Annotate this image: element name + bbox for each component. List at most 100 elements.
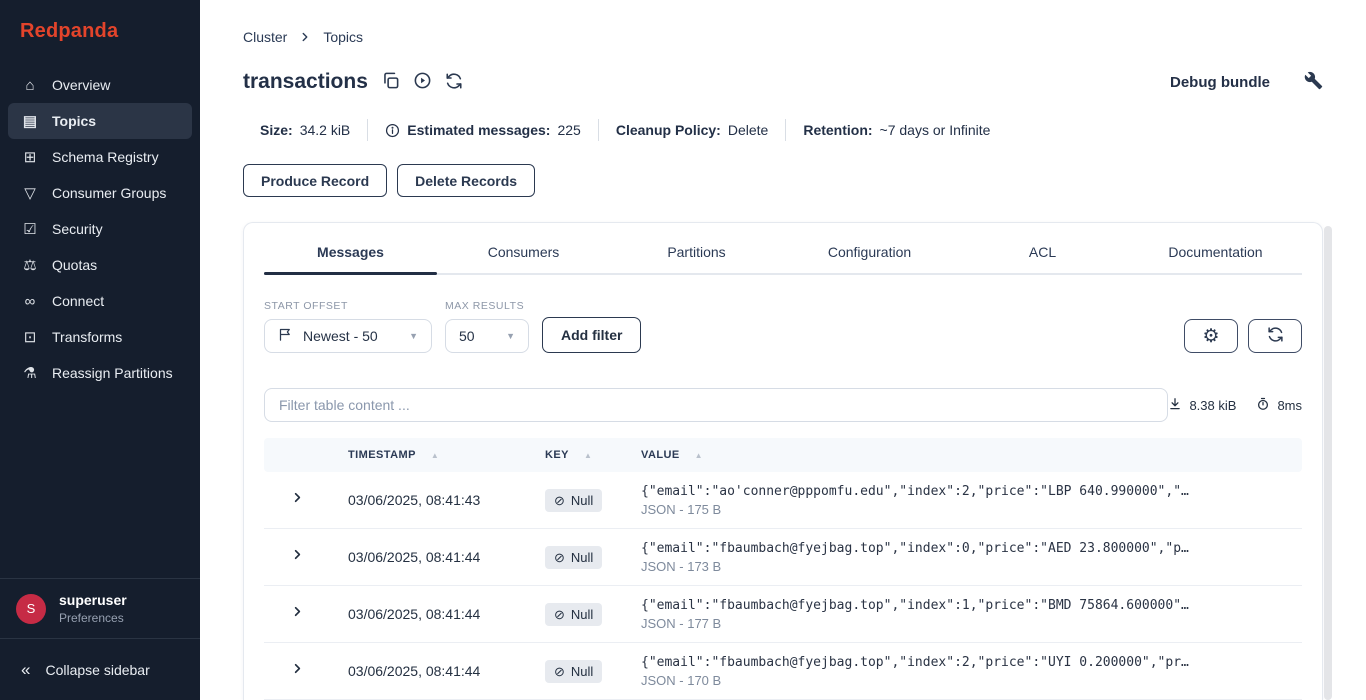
redpanda-logo[interactable]: Redpanda [0,0,200,57]
breadcrumb-cluster[interactable]: Cluster [243,29,287,45]
tab[interactable]: Partitions [610,235,783,273]
copy-topic-name-button[interactable] [381,71,400,93]
sidebar-item[interactable]: ⚖ Quotas [8,247,192,283]
row-value-json: {"email":"fbaumbach@fyejbag.top","index"… [641,540,1189,556]
expand-row-button[interactable] [264,604,348,624]
collapse-sidebar-button[interactable]: « Collapse sidebar [0,638,200,700]
key-null-badge: ⊘ Null [545,488,603,512]
expand-row-button[interactable] [264,661,348,681]
row-value-json: {"email":"ao'conner@pppomfu.edu","index"… [641,483,1189,499]
sort-by-timestamp[interactable]: TIMESTAMP ▲ [348,449,545,461]
stat-label: Size: [260,122,293,138]
sort-arrow-icon: ▲ [694,450,704,460]
sidebar-item-label: Reassign Partitions [52,365,173,381]
refresh-messages-button[interactable] [1248,319,1302,353]
table-row[interactable]: 03/06/2025, 08:41:43 ⊘ Null {"email":"ao… [264,472,1302,529]
produce-shortcut-button[interactable] [413,71,432,93]
flag-icon [278,327,293,345]
main-content: Cluster Topics transactions Debug bundle [200,0,1366,700]
sidebar-item[interactable]: ⊡ Transforms [8,319,192,355]
refresh-topic-button[interactable] [445,72,463,93]
message-settings-button[interactable]: ⚙ [1184,319,1238,353]
sidebar-item[interactable]: ☑ Security [8,211,192,247]
messages-card: Messages Consumers Partitions Configurat… [243,222,1323,700]
null-icon: ⊘ [554,663,565,679]
stat-item: Estimated messages: 225 [367,119,598,141]
table-row[interactable]: 03/06/2025, 08:41:44 ⊘ Null {"email":"fb… [264,643,1302,700]
stopwatch-icon [1256,397,1270,414]
message-search-controls: START OFFSET Newest - 50 ▼ MAX RESULTS 5… [264,300,1302,353]
key-null-badge: ⊘ Null [545,659,603,683]
sort-by-value[interactable]: VALUE ▲ [641,449,1302,461]
chevron-right-icon [290,490,305,510]
table-filter-row: 8.38 kiB 8ms [264,388,1302,422]
filter-table-input[interactable] [264,388,1168,422]
max-results-select[interactable]: 50 ▼ [445,319,529,353]
sort-by-key[interactable]: KEY ▲ [545,449,641,461]
tab[interactable]: Consumers [437,235,610,273]
stat-label: Estimated messages: [407,122,551,138]
copy-icon [381,71,400,93]
sidebar-item-label: Consumer Groups [52,185,167,201]
chevron-down-icon: ▼ [409,331,418,341]
table-body: 03/06/2025, 08:41:43 ⊘ Null {"email":"ao… [264,472,1302,700]
refresh-icon [1267,326,1284,346]
table-header: TIMESTAMP ▲ KEY ▲ VALUE ▲ [264,438,1302,472]
transforms-icon: ⊡ [23,328,37,346]
messages-table: TIMESTAMP ▲ KEY ▲ VALUE ▲ 03/06/2025, 08… [264,438,1302,700]
row-value-meta: JSON - 177 B [641,615,722,631]
sidebar-item-label: Security [52,221,103,237]
avatar: S [16,593,46,624]
table-row[interactable]: 03/06/2025, 08:41:44 ⊘ Null {"email":"fb… [264,529,1302,586]
breadcrumb-topics[interactable]: Topics [323,29,363,45]
stat-value: 34.2 kiB [299,122,351,138]
row-value-meta: JSON - 173 B [641,558,722,574]
table-row[interactable]: 03/06/2025, 08:41:44 ⊘ Null {"email":"fb… [264,586,1302,643]
tab[interactable]: Messages [264,235,437,275]
key-badge-label: Null [570,663,594,679]
chevron-right-icon [298,30,312,44]
sidebar-item-label: Topics [52,113,97,129]
reassign-partitions-icon: ⚗ [23,364,37,382]
stat-item: Retention: ~7 days or Infinite [785,119,1007,141]
sidebar-item[interactable]: ⊞ Schema Registry [8,139,192,175]
collapse-chevrons-icon: « [21,659,31,679]
chevron-down-icon: ▼ [506,331,515,341]
add-filter-button[interactable]: Add filter [542,317,642,353]
tab-label: Partitions [667,244,726,260]
start-offset-value: Newest - 50 [303,328,378,344]
scrollbar[interactable] [1324,226,1332,700]
key-badge-label: Null [570,492,594,508]
admin-tools-button[interactable] [1304,71,1323,93]
sidebar-item[interactable]: ∞ Connect [8,283,192,319]
sidebar-item-label: Transforms [52,329,123,345]
security-shield-icon: ☑ [23,220,37,238]
null-icon: ⊘ [554,606,565,622]
consumer-groups-icon: ▽ [24,184,36,202]
debug-bundle-link[interactable]: Debug bundle [1170,74,1270,91]
start-offset-select[interactable]: Newest - 50 ▼ [264,319,432,353]
stat-value: ~7 days or Infinite [879,122,991,138]
delete-records-button[interactable]: Delete Records [397,164,536,197]
sidebar-item[interactable]: ▽ Consumer Groups [8,175,192,211]
row-timestamp: 03/06/2025, 08:41:43 [348,492,481,508]
sidebar-item[interactable]: ⚗ Reassign Partitions [8,355,192,391]
key-badge-label: Null [570,549,594,565]
sidebar-item[interactable]: ▤ Topics [8,103,192,139]
max-results-value: 50 [459,328,475,344]
preferences-link[interactable]: Preferences [59,611,127,625]
sidebar-item-label: Schema Registry [52,149,159,165]
sidebar-item[interactable]: ⌂ Overview [8,67,192,103]
tab[interactable]: ACL [956,235,1129,273]
null-icon: ⊘ [554,492,565,508]
topic-stats: Size: 34.2 kiB Estimated messages: 225 C… [243,119,1323,141]
tab[interactable]: Documentation [1129,235,1302,273]
user-preferences[interactable]: S superuser Preferences [0,578,200,638]
produce-record-button[interactable]: Produce Record [243,164,388,197]
info-icon [385,123,400,138]
expand-row-button[interactable] [264,547,348,567]
expand-row-button[interactable] [264,490,348,510]
row-timestamp: 03/06/2025, 08:41:44 [348,663,481,679]
tab[interactable]: Configuration [783,235,956,273]
row-timestamp: 03/06/2025, 08:41:44 [348,549,481,565]
